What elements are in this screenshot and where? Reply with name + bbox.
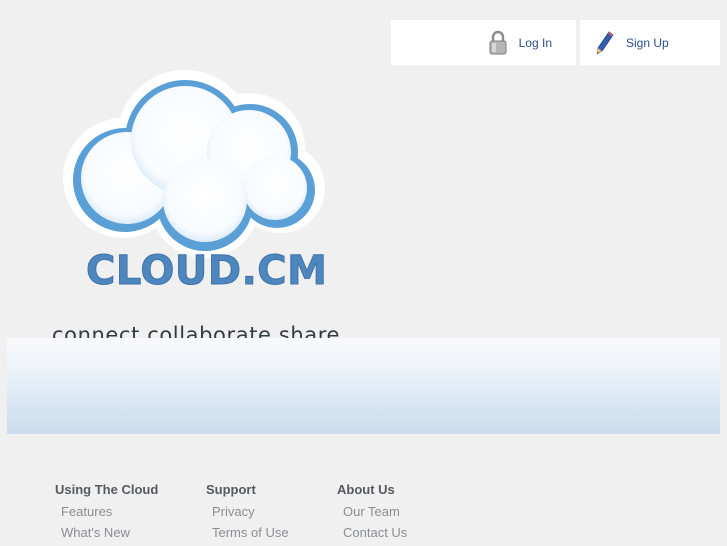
footer-column-support: Support Privacy Terms of Use — [206, 482, 289, 546]
footer-heading: About Us — [337, 482, 395, 497]
footer-column-about-us: About Us Our Team Contact Us — [337, 482, 407, 546]
signup-link[interactable]: Sign Up — [626, 36, 669, 50]
footer-link-features[interactable]: Features — [55, 504, 158, 519]
footer-heading: Using The Cloud — [55, 482, 159, 497]
signup-box[interactable]: Sign Up — [580, 20, 720, 65]
login-box[interactable]: Log In — [391, 20, 576, 65]
hero-band — [7, 338, 720, 434]
footer-column-using-the-cloud: Using The Cloud Features What's New — [55, 482, 158, 546]
pencil-icon — [594, 30, 616, 56]
login-link[interactable]: Log In — [519, 36, 552, 50]
brand-name: CLOUD.CM — [85, 248, 328, 295]
footer-heading: Support — [206, 482, 256, 497]
footer-link-whats-new[interactable]: What's New — [55, 525, 158, 540]
footer-link-privacy[interactable]: Privacy — [206, 504, 289, 519]
footer-link-contact[interactable]: Contact Us — [337, 525, 407, 540]
footer-link-our-team[interactable]: Our Team — [337, 504, 407, 519]
footer-link-terms[interactable]: Terms of Use — [206, 525, 289, 540]
padlock-icon — [487, 30, 509, 56]
